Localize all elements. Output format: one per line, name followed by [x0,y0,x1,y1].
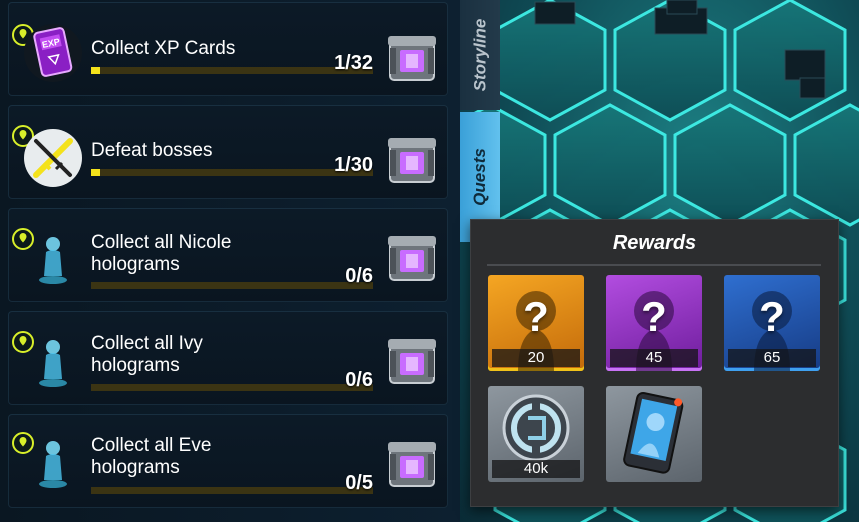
progress-count: 0/6 [345,265,373,287]
rewards-popup: Rewards ? 20 ? 45 ? 65 40k [470,219,839,507]
quest-row-collect-nicole-holograms[interactable]: Collect all Nicole holograms 0/6 [8,208,448,302]
progress-fill [91,67,100,74]
quest-title-line: holograms [91,254,180,275]
quest-title-line: holograms [91,355,180,376]
tab-label: Storyline [470,18,489,92]
quest-progress-bar [91,169,373,176]
reward-item-mystery-character-rare[interactable]: ? 65 [724,275,820,371]
progress-fill [91,169,101,176]
rewards-title: Rewards [612,232,697,254]
question-mark-icon: ? [523,293,549,340]
question-mark-icon: ? [641,293,667,340]
progress-count: 0/5 [345,472,373,494]
reward-crate-icon[interactable] [386,30,438,86]
quest-title: Collect XP Cards [91,38,236,59]
quest-list-panel[interactable]: EXP Collect XP Cards 1/32 Defeat bosses … [0,0,460,522]
quest-title: Collect all Nicole holograms [91,232,361,276]
progress-count: 1/32 [334,52,373,74]
quest-row-collect-xp-cards[interactable]: EXP Collect XP Cards 1/32 [8,2,448,96]
reward-count: 20 [492,349,580,367]
hologram-card-icon [623,391,684,474]
tab-label: Quests [470,148,490,206]
hologram-icon [39,237,67,284]
quest-progress-bar [91,282,373,289]
quest-title-line: Collect all Eve [91,435,212,456]
quest-row-collect-eve-holograms[interactable]: Collect all Eve holograms 0/5 [8,414,448,508]
quest-title-line: Collect all Nicole [91,232,232,253]
hologram-icon [39,441,67,488]
quest-row-collect-ivy-holograms[interactable]: Collect all Ivy holograms 0/6 [8,311,448,405]
reward-item-coins[interactable]: 40k [488,386,584,482]
hologram-icon [39,340,67,387]
reward-count: 45 [610,349,698,367]
reward-count: 65 [728,349,816,367]
question-mark-icon: ? [759,293,785,340]
divider [487,264,821,266]
quest-progress-bar [91,384,373,391]
xp-card-icon: EXP [24,24,82,82]
quest-title: Collect all Eve holograms [91,435,361,479]
tab-storyline[interactable]: Storyline [460,0,500,110]
quest-row-defeat-bosses[interactable]: Defeat bosses 1/30 [8,105,448,199]
crossed-swords-icon [24,129,82,187]
reward-item-mystery-character-epic[interactable]: ? 45 [606,275,702,371]
reward-item-hologram-card[interactable] [606,386,702,482]
quest-title-line: holograms [91,457,180,478]
reward-crate-icon[interactable] [386,132,438,188]
reward-item-mystery-character-legendary[interactable]: ? 20 [488,275,584,371]
quest-title-line: Collect all Ivy [91,333,203,354]
quest-progress-bar [91,487,373,494]
quest-title: Defeat bosses [91,140,213,161]
quest-title: Collect all Ivy holograms [91,333,361,377]
progress-count: 0/6 [345,369,373,391]
reward-count: 40k [492,460,580,478]
reward-crate-icon[interactable] [386,230,438,286]
reward-crate-icon[interactable] [386,436,438,492]
progress-count: 1/30 [334,154,373,176]
reward-crate-icon[interactable] [386,333,438,389]
quest-progress-bar [91,67,373,74]
